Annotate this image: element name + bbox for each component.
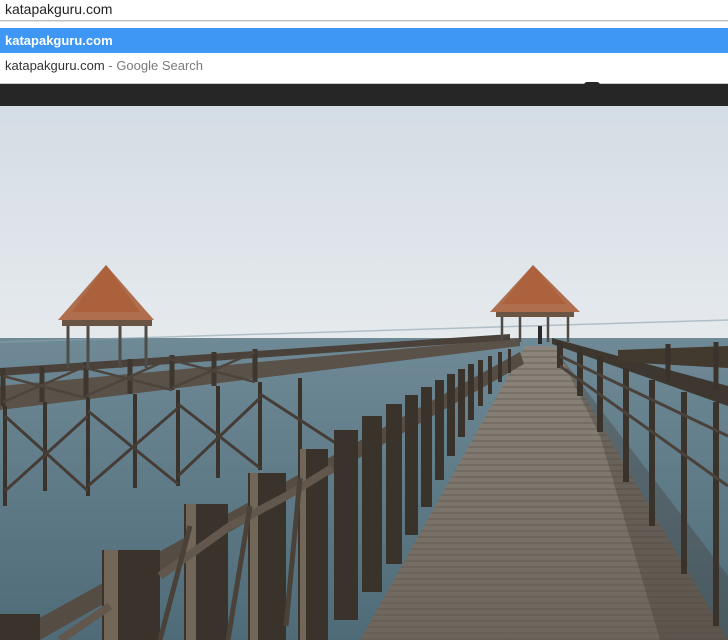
suggestion-engine: Google Search	[116, 58, 204, 73]
address-input[interactable]	[0, 0, 725, 18]
address-bar[interactable]	[0, 0, 728, 22]
suggestion-search[interactable]: katapakguru.com - Google Search	[0, 53, 728, 78]
toolbar-strip	[0, 82, 728, 106]
suggestion-url[interactable]: katapakguru.com	[0, 28, 728, 53]
suggestion-search-text: katapakguru.com	[5, 58, 105, 73]
suggestion-url-text: katapakguru.com	[5, 33, 113, 48]
pier-photo	[0, 106, 728, 640]
strip-notch	[584, 82, 600, 87]
omnibox-dropdown: katapakguru.com katapakguru.com - Google…	[0, 22, 728, 84]
